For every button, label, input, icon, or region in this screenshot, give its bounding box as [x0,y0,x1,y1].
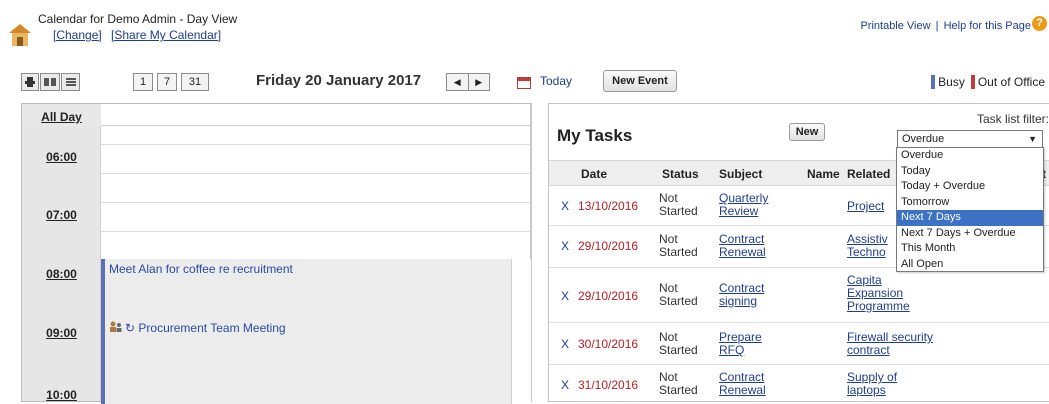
meeting-people-icon [109,321,125,333]
filter-option-this-month[interactable]: This Month [897,241,1043,257]
time-1000[interactable]: 10:00 [22,388,101,402]
filter-option-next-7-days[interactable]: Next 7 Days [897,210,1043,226]
all-day-row[interactable]: All Day [22,104,530,126]
filter-option-overdue[interactable]: Overdue [897,148,1043,164]
task-subject-line2[interactable]: Renewal [719,246,766,259]
header-separator: | [935,20,939,32]
task-filter-dropdown: Overdue Today Today + Overdue Tomorrow N… [896,147,1044,272]
task-subject-line2[interactable]: Review [719,205,758,218]
table-row: X 29/10/2016 Not Started Contract signin… [549,268,1049,323]
list-view-icon[interactable] [61,73,80,91]
printable-view-link[interactable]: Printable View [860,20,930,32]
filter-option-all-open[interactable]: All Open [897,257,1043,273]
event-title: Procurement Team Meeting [138,321,286,335]
day-view-button[interactable]: 1 [133,73,153,91]
task-related-line2[interactable]: contract [847,344,890,357]
task-related-line2[interactable]: laptops [847,384,886,397]
task-filter-select[interactable]: Overdue ▼ [897,130,1043,148]
task-related-line3[interactable]: Programme [847,300,910,313]
time-0600[interactable]: 06:00 [22,150,101,164]
filter-option-today-overdue[interactable]: Today + Overdue [897,179,1043,195]
task-subject-line2[interactable]: RFQ [719,344,744,357]
all-day-label[interactable]: All Day [22,104,101,126]
month-view-button[interactable]: 31 [181,73,209,91]
delete-task-button[interactable]: X [561,290,569,303]
change-link[interactable]: [Change] [53,28,102,42]
task-subject-line2[interactable]: signing [719,295,757,308]
task-filter-label: Task list filter: [976,112,1049,126]
calendar-home-icon [6,21,34,54]
single-view-icon[interactable] [21,73,39,91]
new-event-button[interactable]: New Event [603,70,677,92]
time-0900[interactable]: 09:00 [22,326,101,340]
task-date: 29/10/2016 [578,289,639,303]
task-status-line2: Started [659,204,698,218]
delete-task-button[interactable]: X [561,200,569,213]
delete-task-button[interactable]: X [561,338,569,351]
share-calendar-link[interactable]: [Share My Calendar] [111,28,221,42]
col-related[interactable]: Related [847,167,890,181]
tasks-title: My Tasks [557,126,633,145]
legend-out-of-office: Out of Office [970,75,1045,89]
task-filter-value: Overdue [902,133,945,145]
filter-option-tomorrow[interactable]: Tomorrow [897,195,1043,211]
event-gutter [511,318,531,404]
time-0800[interactable]: 08:00 [22,267,101,281]
legend-busy-label: Busy [938,75,965,89]
multi-view-icon[interactable] [40,73,60,91]
task-date: 29/10/2016 [578,239,639,253]
slot-0630[interactable] [101,173,530,202]
task-status-line2: Started [659,383,698,397]
chevron-down-icon: ▼ [1028,134,1037,144]
previous-day-button[interactable]: ◀ [447,74,469,90]
slot-0700[interactable] [101,202,530,231]
filter-option-today[interactable]: Today [897,164,1043,180]
time-0700[interactable]: 07:00 [22,208,101,222]
task-status-line2: Started [659,343,698,357]
task-related-line2[interactable]: Techno [847,246,886,259]
col-date[interactable]: Date [581,167,607,181]
task-related-line1[interactable]: Project [847,200,884,213]
recurring-icon: ↻ [125,321,136,335]
slot-0730[interactable] [101,231,530,260]
page-title: Calendar for Demo Admin - Day View [38,12,238,26]
slot-0600[interactable] [101,144,530,173]
delete-task-button[interactable]: X [561,240,569,253]
event-gutter [511,259,531,318]
task-status-line2: Started [659,294,698,308]
task-date: 30/10/2016 [578,337,639,351]
task-status-line2: Started [659,245,698,259]
calendar-icon[interactable] [517,77,531,89]
table-row: X 31/10/2016 Not Started Contract Renewa… [549,365,1049,403]
legend-out-of-office-label: Out of Office [977,75,1045,89]
table-row: X 30/10/2016 Not Started Prepare RFQ Fir… [549,323,1049,365]
event-title: Meet Alan for coffee re recruitment [109,262,293,276]
help-icon[interactable]: ? [1032,16,1047,31]
col-status[interactable]: Status [662,167,699,181]
task-subject-line2[interactable]: Renewal [719,384,766,397]
task-date: 13/10/2016 [578,199,639,213]
week-view-button[interactable]: 7 [157,73,177,91]
next-day-button[interactable]: ▶ [469,74,490,90]
delete-task-button[interactable]: X [561,379,569,392]
col-name[interactable]: Name [807,167,840,181]
task-date: 31/10/2016 [578,378,639,392]
event-procurement[interactable]: ↻ Procurement Team Meeting [101,318,511,404]
time-column [22,126,101,401]
col-subject[interactable]: Subject [719,167,762,181]
today-link[interactable]: Today [540,74,572,88]
current-date: Friday 20 January 2017 [256,72,422,89]
help-link[interactable]: Help for this Page [944,20,1031,32]
day-calendar: All Day 06:00 07:00 08:00 09:00 10:00 Me… [21,103,532,404]
new-task-button[interactable]: New [789,123,825,141]
event-coffee[interactable]: Meet Alan for coffee re recruitment [101,259,511,318]
filter-option-next-7-days-overdue[interactable]: Next 7 Days + Overdue [897,226,1043,242]
legend: Busy Out of Office [925,75,1045,89]
legend-busy: Busy [931,75,965,89]
